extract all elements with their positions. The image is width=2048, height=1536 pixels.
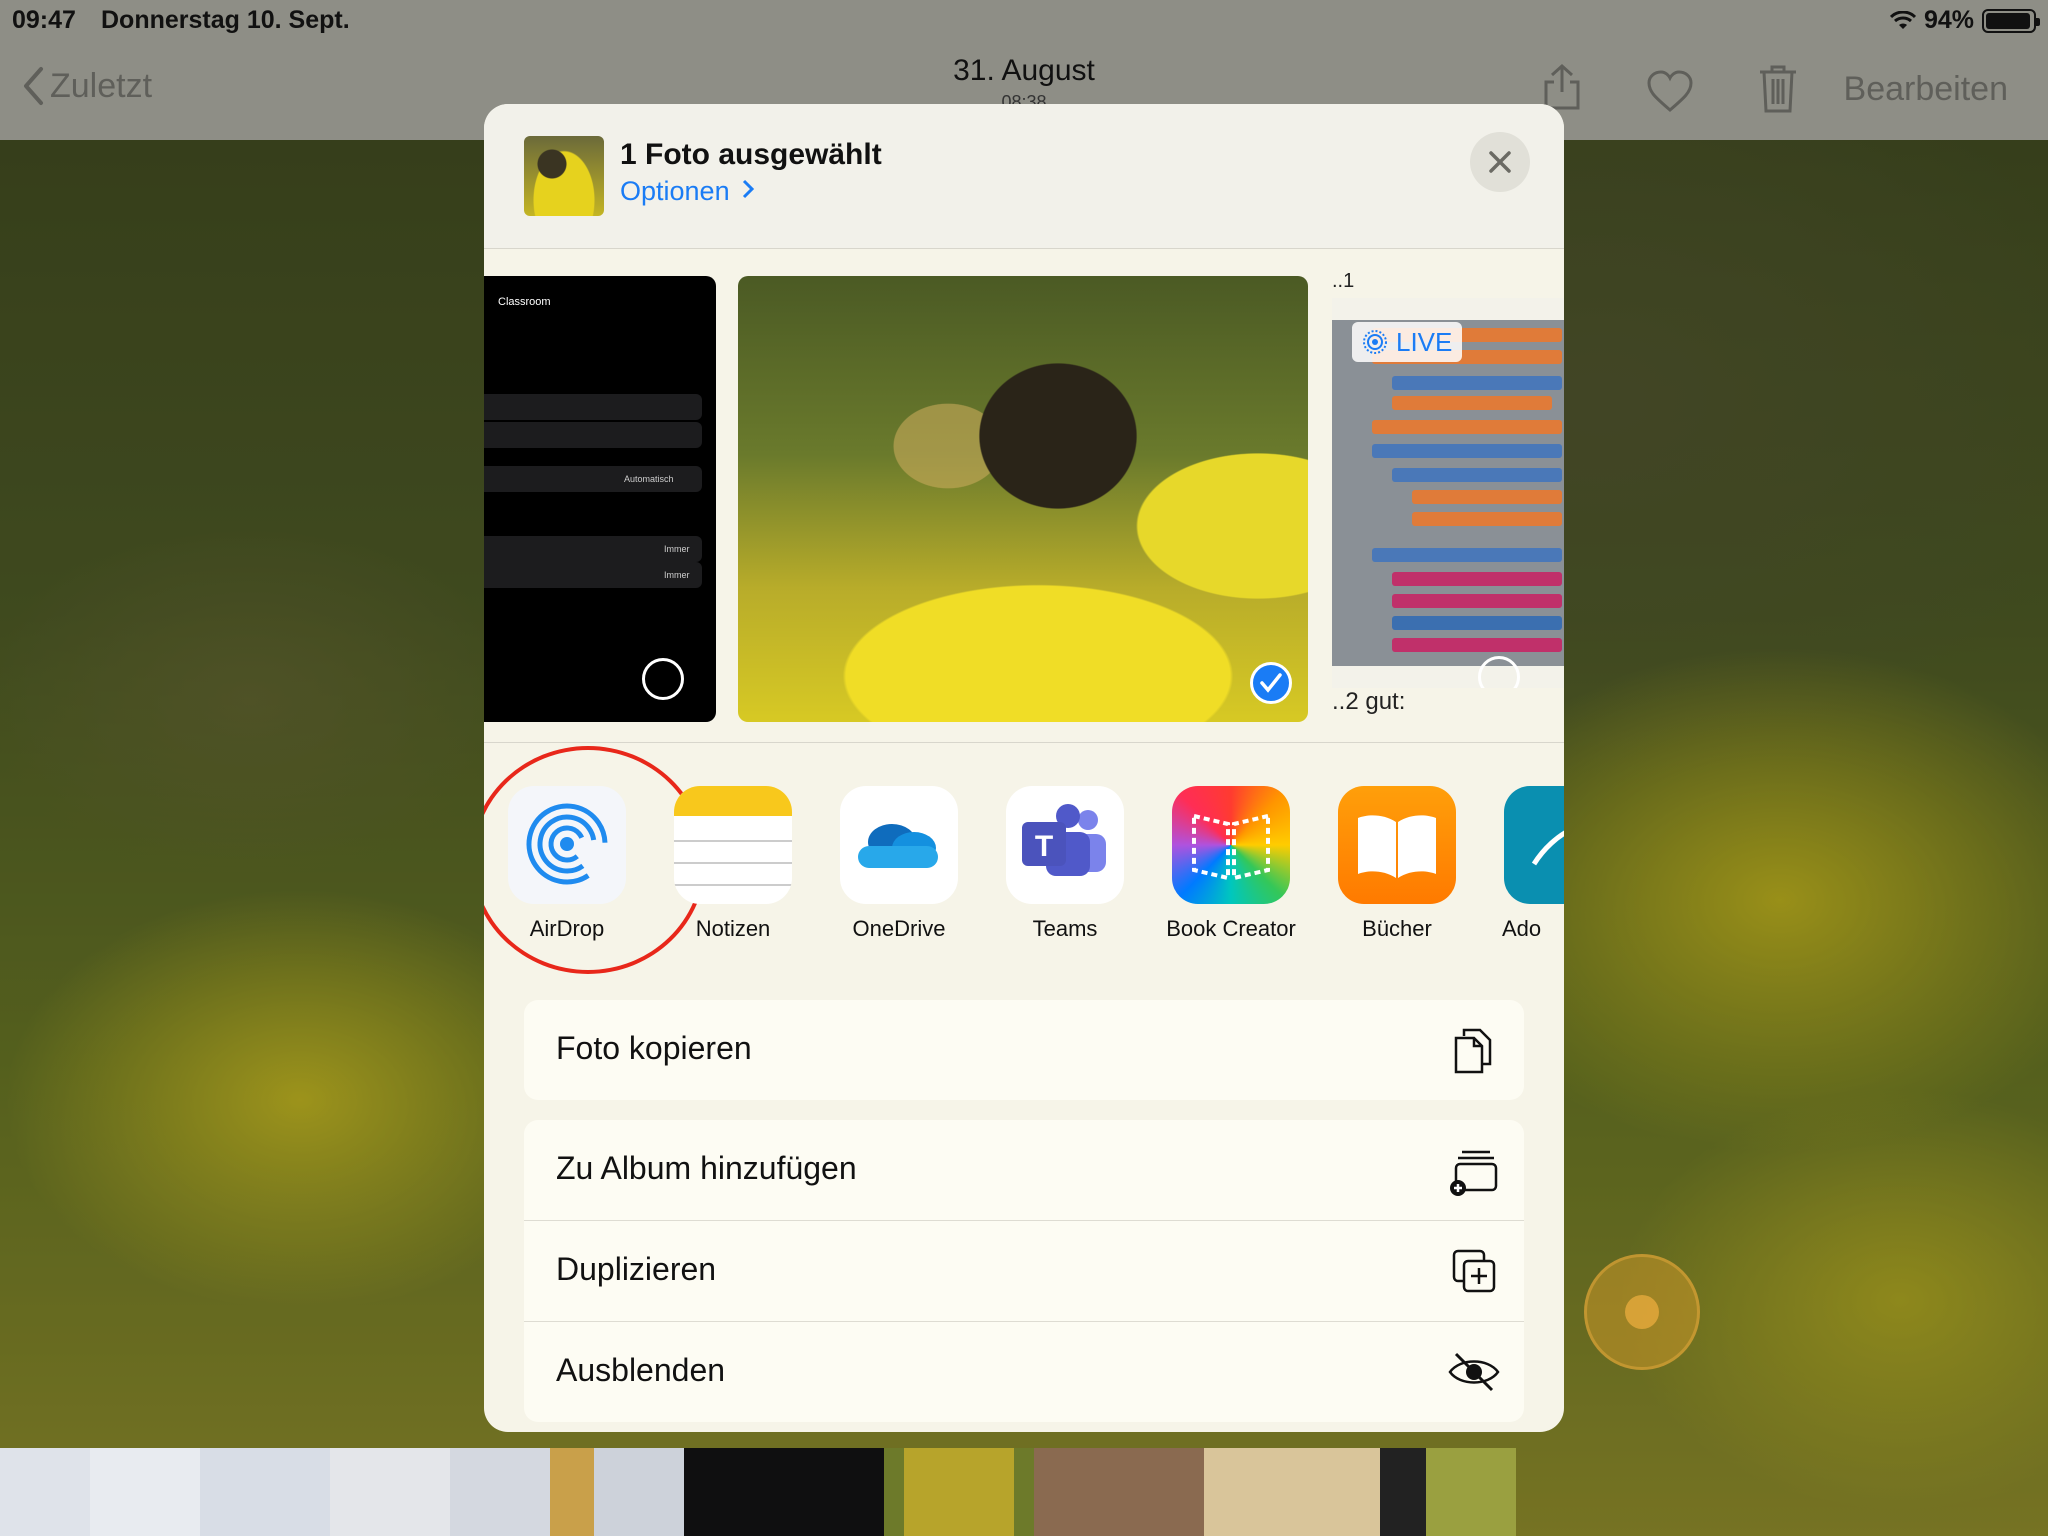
selection-checkmark[interactable]: [1250, 662, 1292, 704]
selection-circle[interactable]: [642, 658, 684, 700]
action-duplicate[interactable]: Duplizieren: [524, 1221, 1524, 1322]
edit-button[interactable]: Bearbeiten: [1844, 70, 2008, 109]
share-sheet: 1 Foto ausgewählt Optionen Classroom Aut…: [484, 104, 1564, 1432]
live-label: LIVE: [1396, 326, 1453, 357]
app-airdrop[interactable]: AirDrop: [484, 746, 706, 974]
preview-caption-top: ..1: [1332, 270, 1355, 292]
live-badge: LIVE: [1352, 322, 1463, 362]
photo-preview-strip[interactable]: Classroom Automatisch Immer Immer ..1 LI…: [484, 270, 1564, 722]
close-button[interactable]: [1470, 132, 1530, 192]
preview-bee-photo[interactable]: [738, 276, 1308, 722]
book-creator-icon: [1172, 786, 1290, 904]
status-time: 09:47: [12, 6, 76, 34]
wifi-icon: [1889, 10, 1916, 29]
close-icon: [1489, 151, 1511, 173]
svg-text:T: T: [1035, 830, 1053, 863]
onedrive-icon: [840, 786, 958, 904]
selected-photo-thumbnail: [524, 136, 604, 216]
preview-app-title: Classroom: [498, 296, 551, 308]
action-hide[interactable]: Ausblenden: [524, 1322, 1524, 1422]
share-title: 1 Foto ausgewählt: [620, 138, 882, 171]
nav-title: 31. August: [953, 54, 1095, 87]
copy-icon: [1454, 1028, 1492, 1074]
notes-icon: [674, 786, 792, 904]
preview-live-photo[interactable]: LIVE: [1332, 298, 1564, 688]
add-album-icon: [1450, 1150, 1498, 1196]
divider: [484, 742, 1564, 743]
status-date: Donnerstag 10. Sept.: [101, 6, 350, 34]
checkmark-icon: [1260, 673, 1282, 693]
preview-screenshot[interactable]: Classroom Automatisch Immer Immer: [484, 276, 716, 722]
photo-filmstrip[interactable]: [0, 1448, 1540, 1536]
preview-caption-bottom: ..2 gut:: [1332, 688, 1406, 715]
app-books[interactable]: Bücher: [1322, 786, 1472, 942]
books-icon: [1338, 786, 1456, 904]
live-photo-icon: [1363, 330, 1387, 354]
app-adobe[interactable]: Ado: [1488, 786, 1564, 942]
chevron-right-icon: [743, 179, 755, 199]
status-bar: 09:47 Donnerstag 10. Sept. 94%: [12, 6, 2040, 36]
app-book-creator[interactable]: Book Creator: [1156, 786, 1306, 942]
options-label: Optionen: [620, 176, 730, 206]
action-group-album: Zu Album hinzufügen Duplizieren Ausblend…: [524, 1120, 1524, 1422]
assistive-touch-button[interactable]: [1584, 1254, 1700, 1370]
hide-icon: [1448, 1352, 1500, 1392]
app-notes[interactable]: Notizen: [658, 786, 808, 942]
teams-icon: T: [1006, 786, 1124, 904]
app-teams[interactable]: T Teams: [990, 786, 1140, 942]
airdrop-icon: [508, 786, 626, 904]
adobe-icon: [1504, 786, 1564, 904]
app-onedrive[interactable]: OneDrive: [824, 786, 974, 942]
heart-icon[interactable]: [1646, 70, 1694, 112]
action-copy-photo[interactable]: Foto kopieren: [524, 1000, 1524, 1100]
battery-icon: [1982, 8, 2040, 33]
duplicate-icon: [1452, 1249, 1496, 1293]
battery-percent: 94%: [1923, 6, 1974, 34]
action-add-to-album[interactable]: Zu Album hinzufügen: [524, 1120, 1524, 1221]
share-header: 1 Foto ausgewählt Optionen: [484, 104, 1564, 249]
trash-icon[interactable]: [1756, 64, 1800, 114]
options-link[interactable]: Optionen: [620, 176, 755, 207]
action-group-copy: Foto kopieren: [524, 1000, 1524, 1100]
share-apps-row: AirDrop Notizen OneDrive T Teams Book Cr…: [484, 746, 1564, 974]
